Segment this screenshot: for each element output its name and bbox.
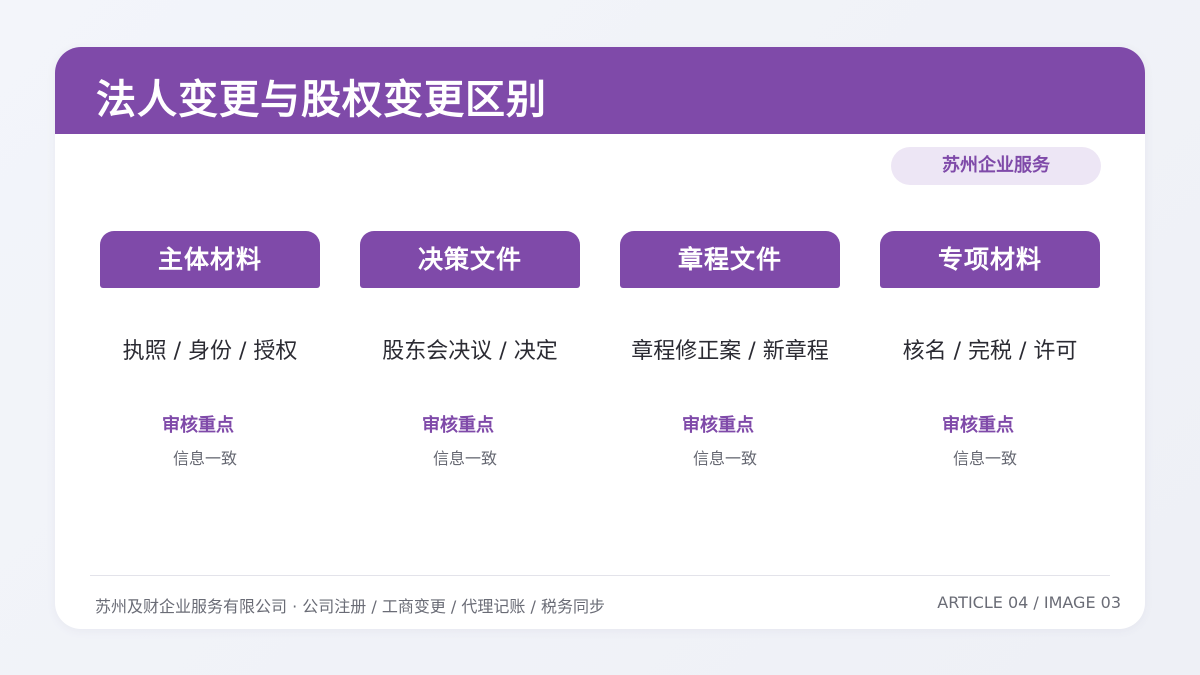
column-items: 核名 / 完税 / 许可	[902, 339, 1078, 364]
review-value: 信息一致	[433, 449, 498, 468]
footer-company-info: 苏州及财企业服务有限公司 · 公司注册 / 工商变更 / 代理记账 / 税务同步	[95, 597, 605, 616]
column-tab: 主体材料	[100, 231, 320, 288]
review-label: 审核重点	[162, 415, 234, 436]
column-items: 执照 / 身份 / 授权	[122, 339, 298, 364]
column-charter-documents: 章程文件 章程修正案 / 新章程 审核重点 信息一致	[620, 231, 840, 491]
review-value: 信息一致	[953, 449, 1018, 468]
content-card: 法人变更与股权变更区别 苏州企业服务 主体材料 执照 / 身份 / 授权 审核重…	[55, 47, 1145, 629]
column-subject-materials: 主体材料 执照 / 身份 / 授权 审核重点 信息一致	[100, 231, 320, 491]
review-value: 信息一致	[173, 449, 238, 468]
review-label: 审核重点	[942, 415, 1014, 436]
column-decision-documents: 决策文件 股东会决议 / 决定 审核重点 信息一致	[360, 231, 580, 491]
column-items: 股东会决议 / 决定	[382, 339, 558, 364]
review-label: 审核重点	[422, 415, 494, 436]
review-label: 审核重点	[682, 415, 754, 436]
title-header: 法人变更与股权变更区别	[55, 47, 1145, 134]
column-tab: 章程文件	[620, 231, 840, 288]
column-tab: 专项材料	[880, 231, 1100, 288]
service-badge: 苏州企业服务	[891, 147, 1101, 185]
footer-divider	[90, 575, 1110, 576]
review-value: 信息一致	[693, 449, 758, 468]
column-special-materials: 专项材料 核名 / 完税 / 许可 审核重点 信息一致	[880, 231, 1100, 491]
column-tab: 决策文件	[360, 231, 580, 288]
footer-article-id: ARTICLE 04 / IMAGE 03	[937, 593, 1121, 612]
page-title: 法人变更与股权变更区别	[96, 77, 547, 123]
column-items: 章程修正案 / 新章程	[631, 339, 829, 364]
